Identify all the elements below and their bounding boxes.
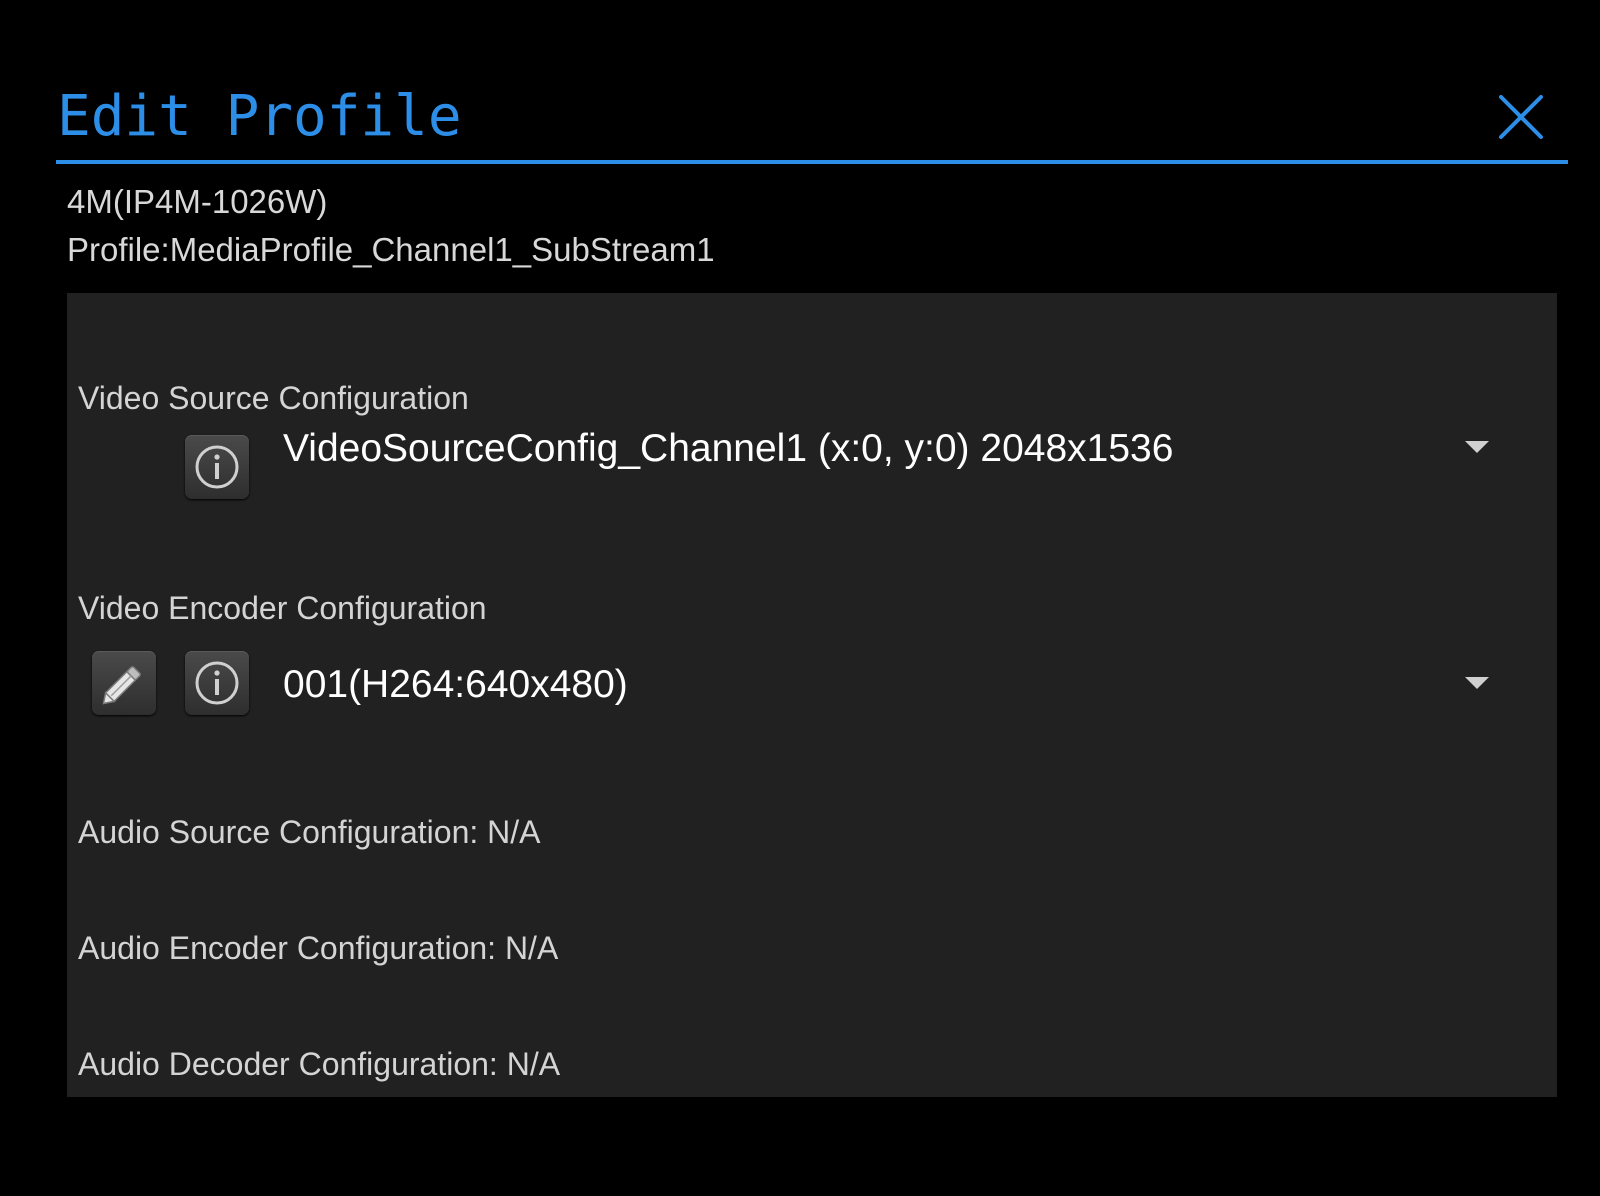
- video-source-select[interactable]: VideoSourceConfig_Channel1 (x:0, y:0) 20…: [283, 424, 1173, 474]
- dropdown-arrow-icon[interactable]: [1465, 677, 1489, 691]
- dropdown-arrow-icon[interactable]: [1465, 441, 1489, 455]
- video-source-label: Video Source Configuration: [78, 380, 469, 416]
- video-encoder-info-button[interactable]: [185, 651, 249, 715]
- device-name: 4M(IP4M-1026W): [67, 183, 328, 220]
- video-encoder-edit-button[interactable]: [92, 651, 156, 715]
- video-encoder-select[interactable]: 001(H264:640x480): [283, 660, 628, 710]
- audio-decoder-label: Audio Decoder Configuration: N/A: [78, 1046, 561, 1082]
- video-source-info-button[interactable]: [185, 435, 249, 499]
- video-encoder-label: Video Encoder Configuration: [78, 590, 487, 626]
- close-button[interactable]: [1496, 92, 1546, 142]
- profile-name: Profile:MediaProfile_Channel1_SubStream1: [67, 231, 715, 268]
- title-divider: [56, 160, 1568, 164]
- info-icon: [195, 445, 239, 489]
- info-icon: [195, 661, 239, 705]
- pencil-icon: [102, 666, 141, 705]
- close-icon: [1499, 95, 1543, 139]
- dialog-title: Edit Profile: [57, 84, 462, 149]
- audio-encoder-label: Audio Encoder Configuration: N/A: [78, 930, 559, 966]
- audio-source-label: Audio Source Configuration: N/A: [78, 814, 541, 850]
